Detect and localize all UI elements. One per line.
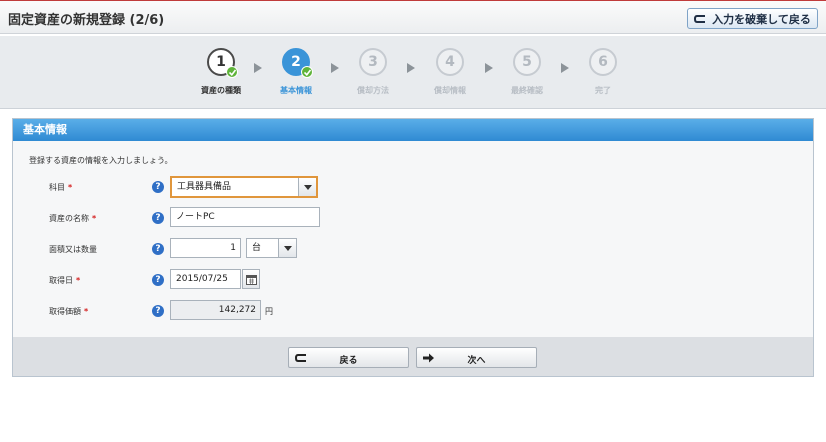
step-number: 4 bbox=[436, 48, 464, 76]
step-6: 6 完了 bbox=[563, 48, 643, 96]
panel-footer: 戻る 次へ bbox=[13, 337, 813, 376]
back-button[interactable]: 戻る bbox=[288, 347, 409, 368]
help-icon[interactable]: ? bbox=[152, 243, 164, 255]
step-4: 4 償却情報 bbox=[410, 48, 490, 96]
form-intro-text: 登録する資産の情報を入力しましょう。 bbox=[29, 156, 173, 165]
step-number: 2 bbox=[282, 48, 313, 78]
return-arrow-icon bbox=[694, 14, 706, 23]
account-select-value: 工具器具備品 bbox=[177, 182, 232, 192]
acquired-date-label: 取得日 * bbox=[49, 276, 81, 285]
step-label: 最終確認 bbox=[511, 86, 543, 95]
checkmark-icon bbox=[226, 66, 238, 78]
help-icon[interactable]: ? bbox=[152, 212, 164, 224]
step-label: 完了 bbox=[595, 86, 611, 95]
required-marker: * bbox=[68, 183, 73, 192]
step-label: 償却方法 bbox=[357, 86, 389, 95]
quantity-input[interactable]: 1 bbox=[170, 238, 241, 258]
chevron-down-icon[interactable] bbox=[278, 239, 296, 257]
step-number: 3 bbox=[359, 48, 387, 76]
acquired-date-input[interactable]: 2015/07/25 bbox=[170, 269, 241, 289]
next-button-label: 次へ bbox=[467, 356, 486, 366]
basic-info-panel: 基本情報 登録する資産の情報を入力しましょう。 科目 * ? 工具器具備品 資産の… bbox=[12, 118, 814, 377]
acquisition-price-label: 取得価額 * bbox=[49, 307, 89, 316]
step-2: 2 基本情報 bbox=[256, 48, 336, 96]
price-unit: 円 bbox=[265, 307, 273, 316]
panel-title: 基本情報 bbox=[13, 119, 813, 141]
step-1: 1 資産の種類 bbox=[181, 48, 261, 96]
step-number: 5 bbox=[513, 48, 541, 76]
help-icon[interactable]: ? bbox=[152, 181, 164, 193]
step-label: 基本情報 bbox=[280, 86, 312, 95]
step-number: 6 bbox=[589, 48, 617, 76]
step-label: 資産の種類 bbox=[201, 86, 241, 95]
step-5: 5 最終確認 bbox=[487, 48, 567, 96]
asset-name-input[interactable]: ノートPC bbox=[170, 207, 320, 227]
quantity-label: 面積又は数量 bbox=[49, 245, 97, 254]
discard-button-label: 入力を破棄して戻る bbox=[712, 12, 811, 26]
discard-and-return-button[interactable]: 入力を破棄して戻る bbox=[687, 8, 818, 29]
unit-select-value: 台 bbox=[252, 243, 262, 253]
step-number: 1 bbox=[207, 48, 238, 78]
asset-name-label: 資産の名称 * bbox=[49, 214, 97, 223]
step-label: 償却情報 bbox=[434, 86, 466, 95]
help-icon[interactable]: ? bbox=[152, 274, 164, 286]
page-title: 固定資産の新規登録 (2/6) bbox=[8, 13, 165, 28]
acquisition-price-field: 142,272 bbox=[170, 300, 261, 320]
required-marker: * bbox=[84, 307, 89, 316]
required-marker: * bbox=[76, 276, 81, 285]
account-label: 科目 * bbox=[49, 183, 73, 192]
calendar-icon[interactable] bbox=[242, 269, 260, 289]
step-3: 3 償却方法 bbox=[333, 48, 413, 96]
progress-steps: 1 資産の種類 2 基本情報 3 償却方法 4 償却情報 5 最終確認 6 完了 bbox=[0, 36, 826, 109]
quantity-unit-select[interactable]: 台 bbox=[246, 238, 297, 258]
next-button[interactable]: 次へ bbox=[416, 347, 537, 368]
account-select[interactable]: 工具器具備品 bbox=[170, 176, 318, 198]
help-icon[interactable]: ? bbox=[152, 305, 164, 317]
form-body: 登録する資産の情報を入力しましょう。 科目 * ? 工具器具備品 資産の名称 * ?… bbox=[13, 141, 813, 337]
top-bar: 固定資産の新規登録 (2/6) 入力を破棄して戻る bbox=[0, 0, 826, 34]
checkmark-icon bbox=[301, 66, 313, 78]
chevron-down-icon[interactable] bbox=[298, 178, 316, 196]
back-button-label: 戻る bbox=[339, 356, 358, 366]
required-marker: * bbox=[92, 214, 97, 223]
